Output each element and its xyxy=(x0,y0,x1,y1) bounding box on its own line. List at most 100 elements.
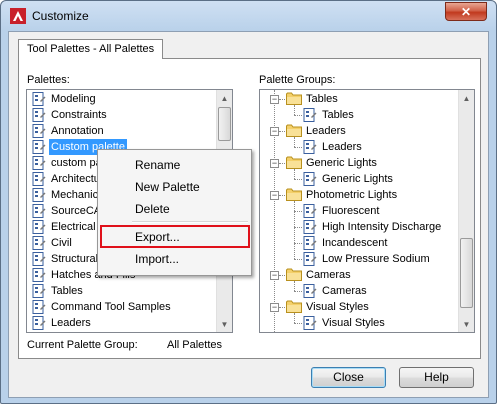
tree-group-visual-styles[interactable]: − Visual Styles xyxy=(260,299,456,315)
palette-icon xyxy=(32,108,46,122)
tree-palette-item[interactable]: Fluorescent xyxy=(260,203,456,219)
palette-item-label: Civil xyxy=(51,237,72,249)
tree-palette-item[interactable]: Tables xyxy=(260,107,456,123)
palette-item-label: Architectu xyxy=(51,173,100,185)
tree-group-leaders[interactable]: − Leaders xyxy=(260,123,456,139)
folder-icon xyxy=(286,124,302,137)
tree-palette-label: Low Pressure Sodium xyxy=(322,253,430,265)
groups-scrollbar[interactable]: ▲ ▼ xyxy=(458,90,474,332)
tree-palette-item[interactable]: Incandescent xyxy=(260,235,456,251)
palette-list-item[interactable]: Annotation xyxy=(27,123,216,139)
tree-connector xyxy=(279,99,285,100)
palette-icon xyxy=(32,156,46,170)
collapse-icon[interactable]: − xyxy=(270,191,279,200)
tree-group-label: Visual Styles xyxy=(306,301,369,313)
help-button[interactable]: Help xyxy=(399,367,474,388)
scroll-up-icon[interactable]: ▲ xyxy=(459,90,474,106)
menu-item-rename[interactable]: Rename xyxy=(100,155,249,175)
palette-list-item[interactable]: Modeling xyxy=(27,91,216,107)
palette-item-label: SourceCA xyxy=(51,205,102,217)
tree-connector xyxy=(294,211,302,212)
palette-icon xyxy=(32,300,46,314)
tree-group-photometric-lights[interactable]: − Photometric Lights xyxy=(260,187,456,203)
palette-list-item[interactable]: Constraints xyxy=(27,107,216,123)
tree-group-label: Generic Lights xyxy=(306,157,377,169)
tree-group-label: Leaders xyxy=(306,125,346,137)
collapse-icon[interactable]: − xyxy=(270,127,279,136)
menu-item-delete[interactable]: Delete xyxy=(100,199,249,219)
palette-groups-tree[interactable]: − Tables Tables − Leaders Leaders − Generic Lig… xyxy=(259,89,475,333)
menu-item-import[interactable]: Import... xyxy=(100,249,249,269)
scroll-thumb[interactable] xyxy=(460,238,473,308)
current-group-value: All Palettes xyxy=(167,339,223,351)
tree-palette-item[interactable]: Low Pressure Sodium xyxy=(260,251,456,267)
tree-palette-item[interactable]: Leaders xyxy=(260,139,456,155)
tab-tool-palettes[interactable]: Tool Palettes - All Palettes xyxy=(18,39,164,59)
palette-icon xyxy=(32,92,46,106)
palette-icon xyxy=(303,284,317,298)
palette-icon xyxy=(32,236,46,250)
customize-dialog: Customize ✕ Tool Palettes - All Palettes… xyxy=(0,0,497,404)
palette-item-label: Leaders xyxy=(51,317,91,329)
tree-connector xyxy=(294,291,302,292)
palette-icon xyxy=(303,204,317,218)
tree-palette-item[interactable]: Visual Styles xyxy=(260,315,456,331)
palette-icon xyxy=(32,188,46,202)
tree-connector xyxy=(294,147,302,148)
palette-item-label: Annotation xyxy=(51,125,104,137)
palette-icon xyxy=(32,220,46,234)
tree-group-generic-lights[interactable]: − Generic Lights xyxy=(260,155,456,171)
scroll-thumb[interactable] xyxy=(218,107,231,141)
tree-group-label: Cameras xyxy=(306,269,351,281)
tree-connector xyxy=(294,313,295,323)
tree-connector xyxy=(279,307,285,308)
palette-list-item[interactable]: Leaders xyxy=(27,315,216,331)
collapse-icon[interactable]: − xyxy=(270,95,279,104)
tree-connector xyxy=(294,323,302,324)
tree-group-label: Tables xyxy=(306,93,338,105)
scroll-down-icon[interactable]: ▼ xyxy=(459,316,474,332)
palette-icon xyxy=(32,124,46,138)
palette-icon xyxy=(303,220,317,234)
palette-list-item[interactable]: Tables xyxy=(27,283,216,299)
tree-palette-item[interactable]: Generic Lights xyxy=(260,171,456,187)
palette-item-label: Structural xyxy=(51,253,99,265)
close-button[interactable]: Close xyxy=(311,367,386,388)
palette-icon xyxy=(303,236,317,250)
palette-list-item[interactable]: Command Tool Samples xyxy=(27,299,216,315)
folder-icon xyxy=(286,188,302,201)
scroll-down-icon[interactable]: ▼ xyxy=(217,316,232,332)
palette-icon xyxy=(303,316,317,330)
tree-palette-item[interactable]: High Intensity Discharge xyxy=(260,219,456,235)
scroll-up-icon[interactable]: ▲ xyxy=(217,90,232,106)
tree-group-tables[interactable]: − Tables xyxy=(260,91,456,107)
close-icon: ✕ xyxy=(460,4,472,19)
title-bar[interactable]: Customize ✕ xyxy=(1,1,496,31)
autocad-app-icon xyxy=(10,8,26,24)
window-close-button[interactable]: ✕ xyxy=(445,2,487,21)
palette-item-label: custom pa xyxy=(51,157,102,169)
collapse-icon[interactable]: − xyxy=(270,159,279,168)
tree-connector xyxy=(294,105,295,115)
palette-icon xyxy=(32,284,46,298)
palette-icon xyxy=(32,252,46,266)
tree-connector xyxy=(294,227,302,228)
tree-palette-item[interactable]: Cameras xyxy=(260,283,456,299)
folder-icon xyxy=(286,268,302,281)
tree-connector xyxy=(294,169,295,179)
collapse-icon[interactable]: − xyxy=(270,271,279,280)
tree-group-cameras[interactable]: − Cameras xyxy=(260,267,456,283)
context-menu: Rename New Palette Delete Export... Import..… xyxy=(97,149,252,276)
menu-item-new-palette[interactable]: New Palette xyxy=(100,177,249,197)
tree-palette-label: Generic Lights xyxy=(322,173,393,185)
menu-separator xyxy=(132,221,248,223)
tree-connector xyxy=(294,243,302,244)
tree-connector xyxy=(279,275,285,276)
palette-item-label: Command Tool Samples xyxy=(51,301,171,313)
palette-item-label: Constraints xyxy=(51,109,107,121)
tree-connector xyxy=(294,281,295,291)
palette-icon xyxy=(303,172,317,186)
palette-icon xyxy=(303,252,317,266)
collapse-icon[interactable]: − xyxy=(270,303,279,312)
tree-connector xyxy=(294,137,295,147)
